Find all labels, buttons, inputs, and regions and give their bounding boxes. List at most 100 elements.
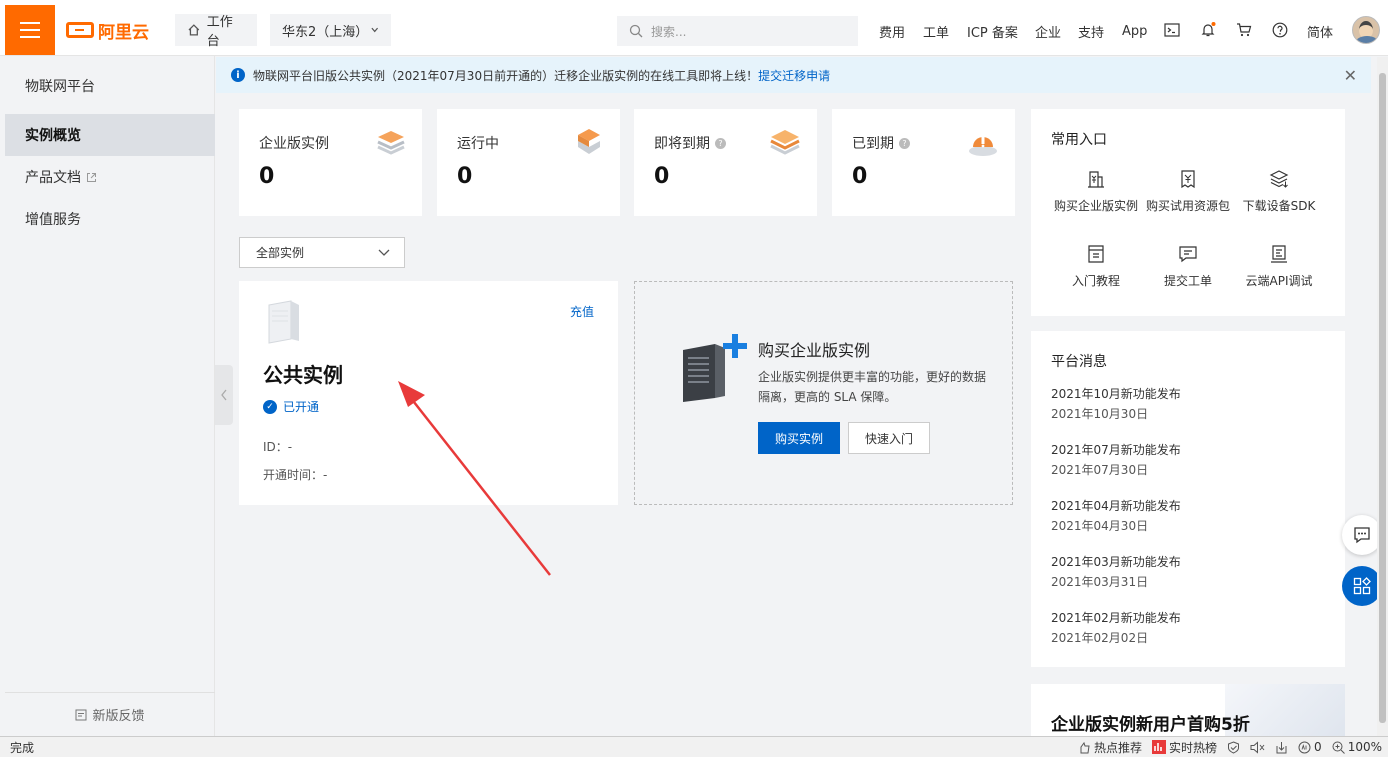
status-text: 已开通 [283,400,320,414]
search-input[interactable]: 搜索... [617,16,858,46]
sidebar-item-value-added[interactable]: 增值服务 [5,198,215,240]
news-title: 2021年03月新功能发布 [1051,555,1181,569]
help-icon[interactable]: ? [899,137,910,149]
chevron-down-icon [370,27,378,33]
news-date: 2021年03月31日 [1051,575,1149,589]
quick-submit-ticket[interactable]: 提交工单 [1140,244,1236,289]
nav-icp[interactable]: ICP 备案 [967,22,1018,41]
search-icon [629,24,643,38]
news-date: 2021年02月02日 [1051,631,1149,645]
red-arrow-annotation [398,381,551,576]
sidebar: 物联网平台 实例概览 产品文档 增值服务 新版反馈 [5,56,215,736]
chevron-down-icon [378,249,390,256]
chat-icon [1354,527,1370,544]
news-date: 2021年10月30日 [1051,407,1149,421]
quick-api-debug[interactable]: 云端API调试 [1231,244,1327,289]
quick-buy-trial[interactable]: 购买试用资源包 [1140,169,1236,214]
stat-card-running: 运行中 0 [437,109,620,216]
page-scrollbar[interactable] [1377,57,1388,736]
nav-fees[interactable]: 费用 [879,22,905,41]
region-label: 华东2（上海） [282,24,369,40]
instance-id: ID：- [263,440,293,454]
quick-entry-panel: 常用入口 购买企业版实例 购买试用资源包 下载设备SDK 入门教程 提交工单 云… [1031,109,1345,316]
scrollbar-thumb[interactable] [1379,73,1386,723]
adblock-count: 0 [1314,740,1322,754]
cart-icon[interactable] [1235,21,1253,39]
chat-button[interactable] [1342,515,1382,555]
news-item[interactable]: 2021年02月新功能发布 2021年02月02日 [1051,608,1181,648]
sidebar-item-product-docs[interactable]: 产品文档 [5,156,215,198]
adblock-icon [1298,741,1311,753]
quick-item-label: 购买试用资源包 [1145,199,1230,213]
language-switch[interactable]: 简体 [1307,22,1333,41]
quick-buy-enterprise[interactable]: 购买企业版实例 [1048,169,1144,214]
sidebar-item-label: 产品文档 [25,170,81,186]
news-title: 2021年04月新功能发布 [1051,499,1181,513]
news-item[interactable]: 2021年04月新功能发布 2021年04月30日 [1051,496,1181,536]
news-date: 2021年04月30日 [1051,519,1149,533]
quick-tutorial[interactable]: 入门教程 [1048,244,1144,289]
migration-link[interactable]: 提交迁移申请 [758,67,830,84]
news-item[interactable]: 2021年03月新功能发布 2021年03月31日 [1051,552,1181,592]
buy-card-title: 购买企业版实例 [758,341,871,360]
hot-recommend-label: 热点推荐 [1094,740,1143,755]
check-circle-icon: ✓ [263,399,277,414]
mute-icon[interactable] [1250,740,1265,754]
promo-banner[interactable]: 企业版实例新用户首购5折 [1031,684,1345,736]
news-item[interactable]: 2021年10月新功能发布 2021年10月30日 [1051,384,1181,424]
terminal-icon[interactable] [1163,21,1181,39]
sidebar-collapse-handle[interactable] [215,365,233,425]
help-icon[interactable] [1271,21,1289,39]
running-instance-icon [578,129,600,154]
sidebar-item-instance-overview[interactable]: 实例概览 [5,114,215,156]
buy-enterprise-card: 购买企业版实例 企业版实例提供更丰富的功能，更好的数据隔离，更高的 SLA 保障… [634,281,1013,505]
stat-label: 已到期? [852,133,910,153]
hot-recommend[interactable]: 热点推荐 [1078,739,1142,756]
info-icon: i [231,68,245,82]
quick-download-sdk[interactable]: 下载设备SDK [1231,169,1327,214]
nav-app[interactable]: App [1122,22,1147,40]
stat-value: 0 [259,164,275,189]
quick-item-label: 购买企业版实例 [1053,199,1138,213]
aliyun-logo[interactable]: 阿里云 [66,18,149,43]
stat-value: 0 [654,164,670,189]
nav-support[interactable]: 支持 [1078,22,1104,41]
external-link-icon [87,172,96,182]
quick-item-label: 云端API调试 [1245,274,1313,288]
realtime-hot[interactable]: 实时热榜 [1152,739,1217,756]
download-icon[interactable] [1275,741,1288,754]
instance-open-time: 开通时间：- [263,468,328,482]
expiring-instance-icon [770,130,800,155]
stat-value: 0 [852,164,868,189]
apps-button[interactable] [1342,566,1382,606]
ticket-icon [1179,246,1197,263]
instance-filter-select[interactable]: 全部实例 [239,237,405,268]
news-title: 2021年07月新功能发布 [1051,443,1181,457]
menu-button[interactable] [5,5,55,55]
stat-card-enterprise: 企业版实例 0 [239,109,422,216]
nav-tickets[interactable]: 工单 [923,22,949,41]
stat-label-text: 已到期 [852,136,894,152]
avatar[interactable] [1352,16,1380,44]
zoom-control[interactable]: 100% [1332,740,1382,754]
adblock-counter[interactable]: 0 [1298,740,1322,754]
bell-icon[interactable] [1199,21,1217,39]
workbench-button[interactable]: 工作台 [175,14,257,49]
quick-item-label: 入门教程 [1071,274,1120,288]
logo-mark-icon [66,22,94,38]
feedback-button[interactable]: 新版反馈 [5,692,215,736]
status-badge: ✓ 已开通 [263,398,319,415]
close-icon[interactable]: ✕ [1344,66,1357,85]
help-icon[interactable]: ? [715,137,726,149]
news-item[interactable]: 2021年07月新功能发布 2021年07月30日 [1051,440,1181,480]
instance-filter-value: 全部实例 [256,246,305,260]
recharge-link[interactable]: 充值 [570,303,594,320]
shield-icon[interactable] [1227,740,1240,754]
notice-text: 物联网平台旧版公共实例（2021年07月30日前开通的）迁移企业版实例的在线工具… [253,68,759,83]
region-selector[interactable]: 华东2（上海） [270,14,391,46]
buy-instance-button[interactable]: 购买实例 [758,422,840,454]
stat-label: 企业版实例 [259,136,329,152]
feedback-label: 新版反馈 [92,709,145,724]
quick-start-button[interactable]: 快速入门 [848,422,930,454]
nav-enterprise[interactable]: 企业 [1035,22,1061,41]
